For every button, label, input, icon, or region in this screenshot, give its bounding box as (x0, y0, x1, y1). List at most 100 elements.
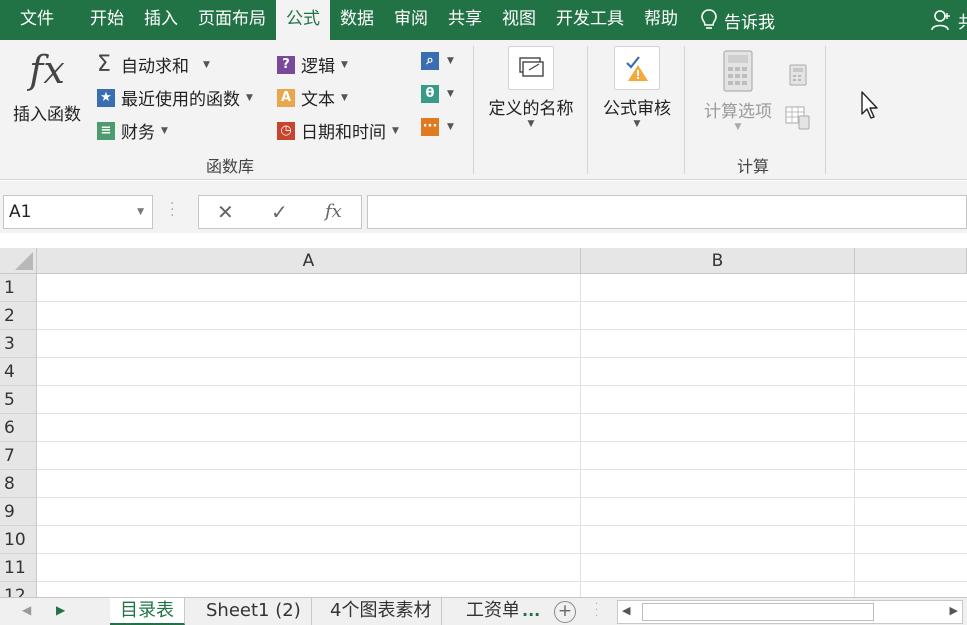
question-icon: ? (277, 55, 295, 74)
share-button[interactable]: 共 (930, 0, 967, 40)
gridline (37, 441, 967, 442)
cell-a1[interactable] (37, 274, 580, 301)
tab-insert[interactable]: 插入 (134, 0, 188, 40)
chevron-down-icon: ▼ (527, 119, 535, 129)
tell-me-box[interactable]: 告诉我 (700, 8, 775, 33)
add-sheet-button[interactable]: + (554, 601, 576, 623)
lookup-icon: ⌕ (421, 52, 439, 70)
gridline (37, 553, 967, 554)
group-divider (587, 46, 588, 174)
gridline (37, 581, 967, 582)
formula-input[interactable] (367, 195, 967, 229)
clock-icon: ◷ (277, 121, 295, 140)
tab-developer[interactable]: 开发工具 (546, 0, 634, 40)
financial-label: 财务 (121, 123, 155, 143)
row-header[interactable]: 1 (0, 274, 37, 302)
tab-page-layout[interactable]: 页面布局 (188, 0, 276, 40)
row-header[interactable]: 4 (0, 358, 37, 386)
tell-me-label: 告诉我 (724, 12, 775, 33)
date-time-button[interactable]: ◷ 日期和时间 ▼ (277, 118, 399, 143)
scroll-left-icon[interactable]: ◀ (22, 603, 31, 617)
scroll-right-icon[interactable]: ▶ (56, 603, 65, 617)
gridline (37, 385, 967, 386)
scroll-right-icon[interactable]: ▶ (950, 604, 958, 617)
tab-share[interactable]: 共享 (438, 0, 492, 40)
row-header[interactable]: 6 (0, 414, 37, 442)
group-divider (684, 46, 685, 174)
calculation-options-button[interactable]: 计算选项 ▼ (696, 50, 780, 132)
cancel-icon[interactable]: ✕ (217, 200, 234, 224)
recently-used-button[interactable]: ★ 最近使用的函数 ▼ (97, 85, 253, 110)
enter-icon[interactable]: ✓ (271, 200, 288, 224)
chevron-down-icon[interactable]: ▼ (137, 196, 144, 228)
ribbon: fx 插入函数 Σ 自动求和 ▼ ★ 最近使用的函数 ▼ ≡ 财务 ▼ ? 逻辑… (0, 40, 967, 180)
splitter-handle-icon[interactable]: · · · (170, 197, 174, 223)
tab-file[interactable]: 文件 (10, 0, 64, 40)
insert-function-button[interactable]: fx 插入函数 (8, 50, 86, 125)
financial-button[interactable]: ≡ 财务 ▼ (97, 118, 168, 143)
star-icon: ★ (97, 88, 115, 107)
sheet-tab-chart-materials[interactable]: 4个图表素材 (320, 598, 443, 625)
person-icon (931, 10, 950, 31)
splitter-handle-icon[interactable]: · · · (595, 600, 598, 622)
row-header[interactable]: 10 (0, 526, 37, 554)
more-functions-button[interactable]: ··· ▼ (421, 118, 454, 136)
column-header-c[interactable] (855, 248, 967, 274)
more-sheets-ellipsis[interactable]: ... (522, 598, 540, 623)
tab-review[interactable]: 审阅 (384, 0, 438, 40)
formula-auditing-button[interactable]: 公式审核 ▼ (596, 46, 678, 129)
calculator-icon (723, 50, 753, 92)
tab-help[interactable]: 帮助 (634, 0, 688, 40)
row-header[interactable]: 12 (0, 582, 37, 598)
name-box[interactable]: A1 ▼ (3, 195, 153, 229)
math-trig-button[interactable]: θ ▼ (421, 85, 454, 103)
column-header-a[interactable]: A (37, 248, 581, 274)
group-divider (473, 46, 474, 174)
insert-function-icon[interactable]: fx (325, 201, 342, 222)
lookup-reference-button[interactable]: ⌕ ▼ (421, 52, 454, 70)
scroll-left-icon[interactable]: ◀ (622, 604, 630, 617)
text-label: 文本 (301, 90, 335, 110)
logical-button[interactable]: ? 逻辑 ▼ (277, 52, 348, 77)
row-header[interactable]: 7 (0, 442, 37, 470)
more-icon: ··· (421, 118, 439, 136)
sigma-icon: Σ (97, 51, 111, 77)
share-label: 共 (958, 12, 967, 33)
tab-data[interactable]: 数据 (330, 0, 384, 40)
calculate-now-icon[interactable] (789, 64, 807, 90)
row-header[interactable]: 11 (0, 554, 37, 582)
sheet-tab-directory[interactable]: 目录表 (110, 598, 185, 625)
gridline (37, 329, 967, 330)
text-icon: A (277, 88, 295, 107)
defined-names-button[interactable]: 定义的名称 ▼ (484, 46, 578, 129)
autosum-label: 自动求和 (121, 57, 189, 77)
row-header[interactable]: 8 (0, 470, 37, 498)
sheet-tab-sheet1-2[interactable]: Sheet1 (2) (196, 598, 312, 625)
horizontal-scrollbar[interactable]: ◀ ▶ (617, 600, 963, 624)
column-header-b[interactable]: B (581, 248, 855, 274)
row-header[interactable]: 2 (0, 302, 37, 330)
calculate-sheet-icon[interactable] (785, 106, 811, 134)
audit-icon (614, 46, 660, 90)
chevron-down-icon: ▼ (392, 125, 399, 136)
text-button[interactable]: A 文本 ▼ (277, 85, 348, 110)
formula-bar: A1 ▼ · · · ✕ ✓ fx (0, 181, 967, 233)
tab-home[interactable]: 开始 (80, 0, 134, 40)
row-header[interactable]: 9 (0, 498, 37, 526)
tab-formulas[interactable]: 公式 (276, 0, 330, 40)
worksheet-grid: A B 1 2 3 4 5 6 7 8 9 10 11 12 (0, 248, 967, 598)
row-header[interactable]: 5 (0, 386, 37, 414)
insert-function-label: 插入函数 (13, 105, 81, 125)
sheet-tab-payroll[interactable]: 工资单 (456, 598, 518, 625)
scrollbar-thumb[interactable] (642, 603, 874, 621)
theta-icon: θ (421, 85, 439, 103)
lightbulb-icon (701, 9, 717, 29)
chevron-down-icon: ▼ (246, 92, 253, 103)
select-all-corner[interactable] (0, 248, 37, 274)
chevron-down-icon: ▼ (447, 89, 454, 99)
calculation-options-label: 计算选项 (704, 102, 772, 122)
autosum-button[interactable]: Σ 自动求和 ▼ (97, 52, 210, 77)
row-header[interactable]: 3 (0, 330, 37, 358)
tab-view[interactable]: 视图 (492, 0, 546, 40)
gridline (37, 525, 967, 526)
